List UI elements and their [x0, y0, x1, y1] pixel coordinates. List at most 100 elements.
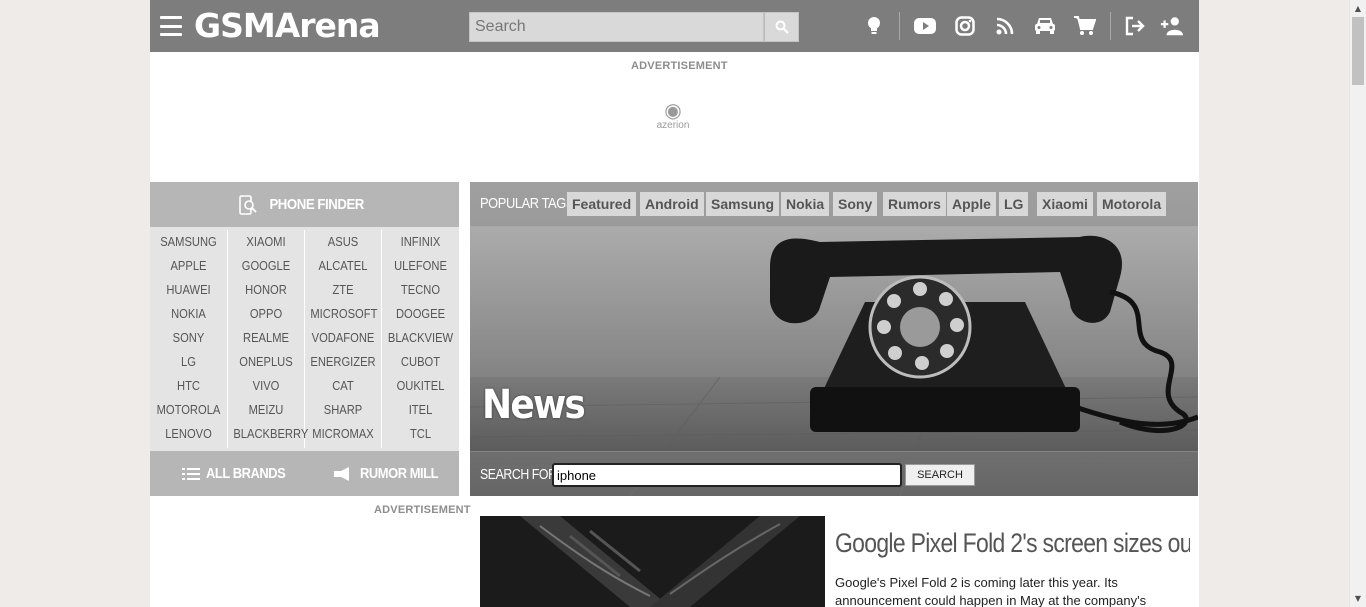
brand-link-tecno[interactable]: TECNO	[387, 278, 453, 302]
header-divider	[899, 12, 900, 40]
instagram-icon[interactable]	[953, 14, 977, 38]
brand-link-lenovo[interactable]: LENOVO	[155, 422, 221, 446]
brand-link-realme[interactable]: REALME	[233, 326, 298, 350]
tag-rumors[interactable]: Rumors	[883, 192, 946, 216]
brand-link-google[interactable]: GOOGLE	[233, 254, 298, 278]
rumor-mill-button[interactable]: RUMOR MILL	[334, 451, 451, 496]
rss-icon[interactable]	[993, 14, 1017, 38]
phone-finder: PHONE FINDER SAMSUNG APPLE HUAWEI NOKIA SONY…	[150, 182, 459, 496]
brand-link-meizu[interactable]: MEIZU	[233, 398, 298, 422]
article-title[interactable]: Google Pixel Fold 2's screen sizes outed	[835, 528, 1190, 559]
brand-column: SAMSUNG APPLE HUAWEI NOKIA SONY LG HTC MOTOROLA…	[150, 230, 228, 448]
add-user-icon[interactable]	[1160, 14, 1184, 38]
phone-finder-icon	[239, 194, 257, 215]
brand-link-samsung[interactable]: SAMSUNG	[155, 230, 221, 254]
brand-link-infinix[interactable]: INFINIX	[387, 230, 453, 254]
brand-link-xiaomi[interactable]: XIAOMI	[233, 230, 298, 254]
tag-motorola[interactable]: Motorola	[1097, 192, 1167, 216]
news-search-button[interactable]: SEARCH	[905, 464, 975, 486]
brand-link-oukitel[interactable]: OUKITEL	[387, 374, 453, 398]
brand-link-vivo[interactable]: VIVO	[233, 374, 298, 398]
brand-link-oneplus[interactable]: ONEPLUS	[233, 350, 298, 374]
brand-link-alcatel[interactable]: ALCATEL	[310, 254, 375, 278]
brand-link-zte[interactable]: ZTE	[310, 278, 375, 302]
youtube-icon[interactable]	[913, 14, 937, 38]
list-icon	[182, 467, 200, 480]
scroll-up-arrow[interactable]: ▲	[1350, 0, 1366, 17]
brand-link-doogee[interactable]: DOOGEE	[387, 302, 453, 326]
phone-finder-title: PHONE FINDER	[269, 196, 364, 213]
brand-link-motorola[interactable]: MOTOROLA	[155, 398, 221, 422]
page-container: GSMArena A	[150, 0, 1199, 607]
tag-sony[interactable]: Sony	[833, 192, 878, 216]
brand-column: INFINIX ULEFONE TECNO DOOGEE BLACKVIEW CUBOT O…	[382, 230, 459, 448]
brand-link-ulefone[interactable]: ULEFONE	[387, 254, 453, 278]
rumor-mill-label: RUMOR MILL	[360, 465, 439, 482]
lightbulb-icon[interactable]	[862, 14, 886, 38]
brand-link-microsoft[interactable]: MICROSOFT	[310, 302, 377, 326]
brand-link-itel[interactable]: ITEL	[387, 398, 453, 422]
tag-xiaomi[interactable]: Xiaomi	[1037, 192, 1093, 216]
brand-column: XIAOMI GOOGLE HONOR OPPO REALME ONEPLUS VIVO ME…	[228, 230, 308, 448]
popular-tags-bar: POPULAR TAGS Featured Android Samsung Nokia…	[470, 182, 1198, 227]
search-field[interactable]	[469, 12, 764, 42]
brand-link-micromax[interactable]: MICROMAX	[310, 422, 375, 446]
brand-grid: SAMSUNG APPLE HUAWEI NOKIA SONY LG HTC MOTOROLA…	[150, 230, 459, 448]
brand-column: ASUS ALCATEL ZTE MICROSOFT VODAFONE ENERGIZER…	[305, 230, 382, 448]
menu-icon[interactable]	[160, 16, 182, 36]
brand-link-tcl[interactable]: TCL	[387, 422, 453, 446]
article-description: Google's Pixel Fold 2 is coming later th…	[835, 575, 1147, 607]
azerion-logo-text: azerion	[656, 120, 690, 131]
popular-tags-label: POPULAR TAGS	[480, 195, 575, 212]
search-input[interactable]	[470, 13, 763, 41]
advertisement-label: ADVERTISEMENT	[374, 504, 471, 516]
gsmarena-logo[interactable]: GSMArena	[194, 6, 381, 46]
vertical-scrollbar[interactable]: ▲ ▼	[1349, 0, 1366, 607]
left-ad-area: ADVERTISEMENT	[150, 496, 471, 607]
tag-android[interactable]: Android	[640, 192, 704, 216]
all-brands-label: ALL BRANDS	[206, 465, 286, 482]
brand-link-honor[interactable]: HONOR	[233, 278, 298, 302]
all-brands-button[interactable]: ALL BRANDS	[182, 451, 298, 496]
brand-link-asus[interactable]: ASUS	[310, 230, 375, 254]
brand-link-htc[interactable]: HTC	[155, 374, 221, 398]
tag-samsung[interactable]: Samsung	[706, 192, 780, 216]
search-button[interactable]	[764, 12, 799, 42]
azerion-ad-logo[interactable]: ◉ azerion	[655, 100, 691, 131]
brand-link-vodafone[interactable]: VODAFONE	[310, 326, 375, 350]
cart-icon[interactable]	[1073, 14, 1097, 38]
phone-finder-button[interactable]: PHONE FINDER	[150, 182, 459, 227]
search-icon	[775, 20, 789, 34]
news-search-bar: SEARCH FOR SEARCH	[470, 451, 1198, 496]
brand-link-energizer[interactable]: ENERGIZER	[310, 350, 375, 374]
megaphone-icon	[334, 466, 349, 481]
news-search-input[interactable]	[552, 463, 902, 487]
scrollbar-thumb[interactable]	[1352, 17, 1364, 85]
tag-lg[interactable]: LG	[999, 192, 1029, 216]
azerion-logo-mark: ◉	[664, 98, 682, 122]
brand-link-oppo[interactable]: OPPO	[233, 302, 298, 326]
brand-link-cubot[interactable]: CUBOT	[387, 350, 453, 374]
brand-link-sharp[interactable]: SHARP	[310, 398, 375, 422]
brand-link-lg[interactable]: LG	[155, 350, 221, 374]
scroll-down-arrow[interactable]: ▼	[1350, 590, 1366, 607]
header-divider	[1110, 12, 1111, 40]
brand-link-blackview[interactable]: BLACKVIEW	[387, 326, 453, 350]
brand-link-blackberry[interactable]: BLACKBERRY	[233, 422, 308, 446]
article-thumbnail[interactable]	[480, 516, 825, 607]
brand-link-sony[interactable]: SONY	[155, 326, 221, 350]
advertisement-label: ADVERTISEMENT	[631, 60, 728, 72]
top-header: GSMArena	[150, 0, 1199, 52]
news-article-card[interactable]: Google Pixel Fold 2's screen sizes outed…	[480, 516, 1190, 607]
tag-featured[interactable]: Featured	[567, 192, 637, 216]
tag-apple[interactable]: Apple	[947, 192, 996, 216]
search-for-label: SEARCH FOR	[480, 466, 557, 483]
tag-nokia[interactable]: Nokia	[781, 192, 830, 216]
brand-link-apple[interactable]: APPLE	[155, 254, 221, 278]
car-icon[interactable]	[1033, 14, 1057, 38]
brand-link-huawei[interactable]: HUAWEI	[155, 278, 221, 302]
brand-link-nokia[interactable]: NOKIA	[155, 302, 221, 326]
login-icon[interactable]	[1123, 14, 1147, 38]
news-hero-panel: POPULAR TAGS Featured Android Samsung Nokia…	[470, 182, 1198, 496]
brand-link-cat[interactable]: CAT	[310, 374, 375, 398]
